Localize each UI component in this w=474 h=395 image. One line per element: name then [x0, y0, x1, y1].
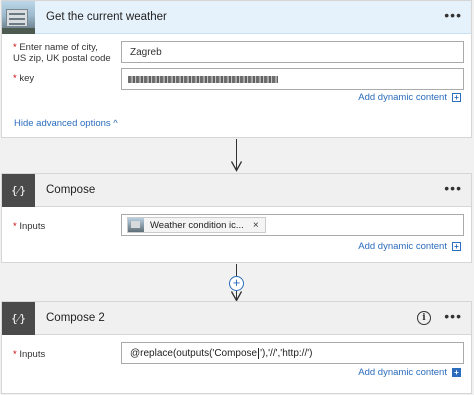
token-label: Weather condition ic...: [150, 219, 244, 231]
add-step-button[interactable]: +: [229, 276, 244, 291]
compose-icon: {⁄}: [2, 302, 35, 335]
hide-advanced-options-link[interactable]: Hide advanced options ^: [14, 118, 118, 129]
more-options-icon[interactable]: •••: [444, 8, 462, 22]
info-icon[interactable]: i: [417, 311, 431, 325]
required-mark: *: [13, 221, 17, 232]
required-mark: *: [13, 42, 17, 53]
add-dynamic-content-link[interactable]: Add dynamic content +: [358, 367, 461, 378]
add-dynamic-content-icon: +: [452, 93, 461, 102]
weather-card-header[interactable]: Get the current weather •••: [2, 1, 471, 34]
key-label: key: [19, 73, 35, 84]
compose2-inputs-label: * Inputs: [13, 349, 45, 360]
add-dynamic-content-link[interactable]: Add dynamic content +: [358, 92, 461, 103]
required-mark: *: [13, 349, 17, 360]
expression-text-end: '),'//','http://'): [260, 348, 313, 360]
weather-token-icon: [128, 218, 144, 232]
compose2-card-header[interactable]: {⁄} Compose 2 i •••: [2, 302, 471, 335]
add-dynamic-content-icon: +: [452, 368, 461, 377]
more-options-icon[interactable]: •••: [444, 181, 462, 195]
inputs-label-text: Inputs: [19, 221, 46, 232]
compose-inputs-label: * Inputs: [13, 221, 45, 232]
text-caret: [258, 348, 260, 359]
city-label-line1: Enter name of city,: [19, 42, 98, 53]
weather-action-card: Get the current weather ••• * Enter name…: [1, 0, 472, 138]
compose-action-card: {⁄} Compose ••• * Inputs Weather conditi…: [1, 173, 472, 263]
compose2-action-card: {⁄} Compose 2 i ••• * Inputs @replace(ou…: [1, 301, 472, 394]
city-input-value: Zagreb: [130, 47, 162, 58]
weather-condition-token[interactable]: Weather condition ic... ×: [127, 217, 266, 233]
add-dynamic-content-label: Add dynamic content: [358, 241, 447, 252]
compose-inputs-field[interactable]: Weather condition ic... ×: [121, 214, 464, 236]
add-dynamic-content-link[interactable]: Add dynamic content +: [358, 241, 461, 252]
masked-key-value: [128, 76, 278, 83]
required-mark: *: [13, 73, 17, 84]
compose2-expression-input[interactable]: @replace(outputs('Compose '),'//','http:/…: [121, 342, 464, 364]
compose2-card-title: Compose 2: [46, 312, 105, 324]
city-input[interactable]: Zagreb: [121, 41, 464, 63]
add-dynamic-content-label: Add dynamic content: [358, 92, 447, 103]
compose-icon: {⁄}: [2, 174, 35, 207]
compose-card-title: Compose: [46, 184, 96, 196]
key-field-label: * key: [13, 73, 34, 84]
add-dynamic-content-label: Add dynamic content: [358, 367, 447, 378]
compose-card-header[interactable]: {⁄} Compose •••: [2, 174, 471, 207]
weather-card-title: Get the current weather: [46, 11, 167, 23]
weather-service-icon: [2, 1, 35, 34]
key-input[interactable]: [121, 68, 464, 90]
flow-arrow-icon: [231, 161, 242, 172]
expression-text-start: @replace(outputs('Compose: [130, 348, 258, 360]
add-dynamic-content-icon: +: [452, 242, 461, 251]
city-field-label: * Enter name of city, US zip, UK postal …: [13, 42, 111, 64]
inputs-label-text: Inputs: [19, 349, 46, 360]
remove-token-icon[interactable]: ×: [253, 220, 259, 231]
city-label-line2: US zip, UK postal code: [13, 53, 111, 64]
more-options-icon[interactable]: •••: [444, 309, 462, 323]
